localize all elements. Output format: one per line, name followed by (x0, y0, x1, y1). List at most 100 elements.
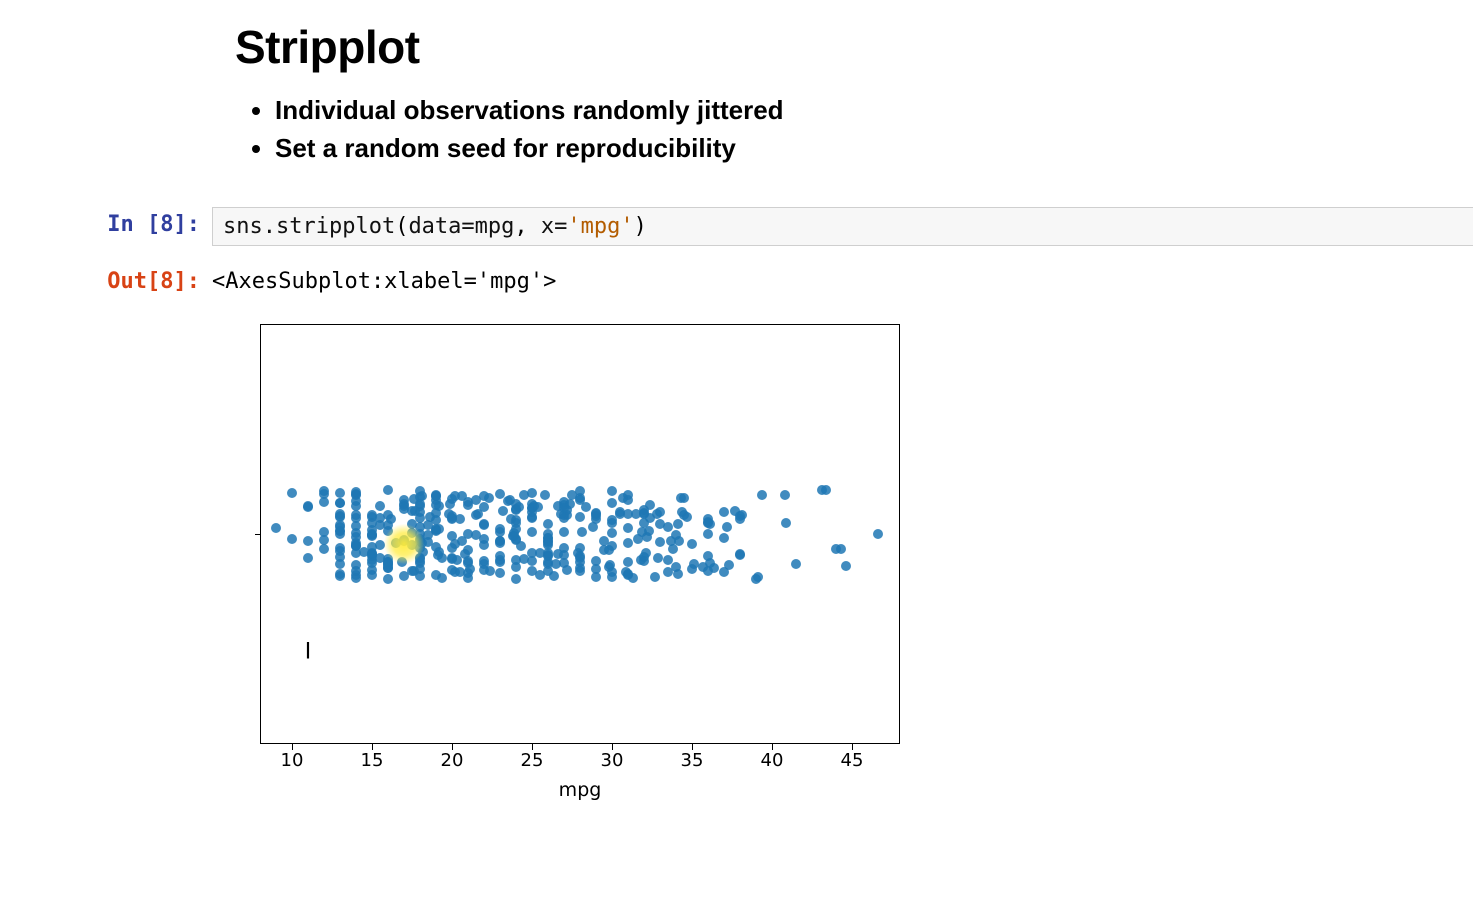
code-input[interactable]: sns.stripplot(data=mpg, x='mpg') (212, 207, 1473, 246)
data-point (479, 556, 489, 566)
data-point (573, 548, 583, 558)
data-point (559, 527, 569, 537)
data-point (575, 486, 585, 496)
data-point (375, 513, 385, 523)
bullet-list: Individual observations randomly jittere… (235, 92, 1385, 167)
code-token-arg2-val: 'mpg' (567, 214, 633, 239)
data-point (673, 519, 683, 529)
data-point (303, 536, 313, 546)
data-point (457, 536, 467, 546)
data-point (639, 552, 649, 562)
data-point (655, 537, 665, 547)
code-cell-input-row: In [8]: sns.stripplot(data=mpg, x='mpg') (0, 207, 1473, 246)
data-point (423, 537, 433, 547)
data-point (287, 534, 297, 544)
data-point (397, 557, 407, 567)
code-token-eq1: = (461, 214, 474, 239)
page: Stripplot Individual observations random… (0, 0, 1473, 917)
data-point (418, 547, 428, 557)
data-point (452, 555, 462, 565)
data-point (623, 538, 633, 548)
data-point (375, 553, 385, 563)
data-point (575, 512, 585, 522)
data-point (581, 502, 591, 512)
code-token-eq2: = (554, 214, 567, 239)
data-point (386, 514, 396, 524)
xtick-label: 35 (681, 750, 704, 771)
data-point (623, 570, 633, 580)
data-point (791, 559, 801, 569)
code-token-sep: , (514, 214, 541, 239)
data-point (319, 535, 329, 545)
data-point (319, 497, 329, 507)
data-point (471, 495, 481, 505)
data-point (623, 523, 633, 533)
data-point (359, 547, 369, 557)
data-point (495, 551, 505, 561)
data-point (607, 528, 617, 538)
data-point (484, 493, 494, 503)
data-point (335, 546, 345, 556)
data-point (303, 502, 313, 512)
bullet-item: Set a random seed for reproducibility (275, 130, 1385, 168)
data-point (535, 570, 545, 580)
data-point (514, 502, 524, 512)
data-point (639, 509, 649, 519)
data-point (367, 570, 377, 580)
data-point (671, 562, 681, 572)
data-point (425, 512, 435, 522)
data-point (527, 527, 537, 537)
code-token-arg2-name: x (541, 214, 554, 239)
data-point (335, 571, 345, 581)
text-cursor-icon: I (305, 639, 312, 664)
data-point (757, 490, 767, 500)
xtick-label: 25 (521, 750, 544, 771)
data-point (618, 493, 628, 503)
ytick-mark (255, 534, 261, 535)
data-point (351, 496, 361, 506)
data-point (399, 499, 409, 509)
data-point (287, 488, 297, 498)
data-point (653, 553, 663, 563)
data-point (516, 541, 526, 551)
code-token-fn: sns.stripplot (223, 214, 395, 239)
data-point (559, 503, 569, 513)
data-point (719, 533, 729, 543)
data-point (722, 522, 732, 532)
data-point (407, 540, 417, 550)
data-point (519, 554, 529, 564)
data-point (450, 567, 460, 577)
data-point (437, 573, 447, 583)
data-point (543, 557, 553, 567)
data-point (719, 507, 729, 517)
data-point (831, 544, 841, 554)
data-point (703, 529, 713, 539)
data-point (553, 549, 563, 559)
data-point (434, 524, 444, 534)
data-point (605, 560, 615, 570)
data-point (650, 572, 660, 582)
data-point (399, 571, 409, 581)
input-prompt: In [8]: (0, 207, 212, 237)
data-point (495, 524, 505, 534)
data-point (409, 494, 419, 504)
data-point (335, 559, 345, 569)
data-point (633, 534, 643, 544)
xtick-label: 40 (761, 750, 784, 771)
bullet-item: Individual observations randomly jittere… (275, 92, 1385, 130)
xtick-label: 30 (601, 750, 624, 771)
xtick-label: 10 (281, 750, 304, 771)
data-point (383, 485, 393, 495)
code-token-open: ( (395, 214, 408, 239)
data-point (615, 507, 625, 517)
data-point (577, 527, 587, 537)
xtick-label: 45 (841, 750, 864, 771)
data-point (781, 518, 791, 528)
code-token-arg1-name: data (408, 214, 461, 239)
data-point (527, 507, 537, 517)
data-point (479, 519, 489, 529)
strip-plot: mpg 1015202530354045I (260, 324, 900, 824)
data-point (519, 490, 529, 500)
data-point (375, 501, 385, 511)
data-point (351, 510, 361, 520)
